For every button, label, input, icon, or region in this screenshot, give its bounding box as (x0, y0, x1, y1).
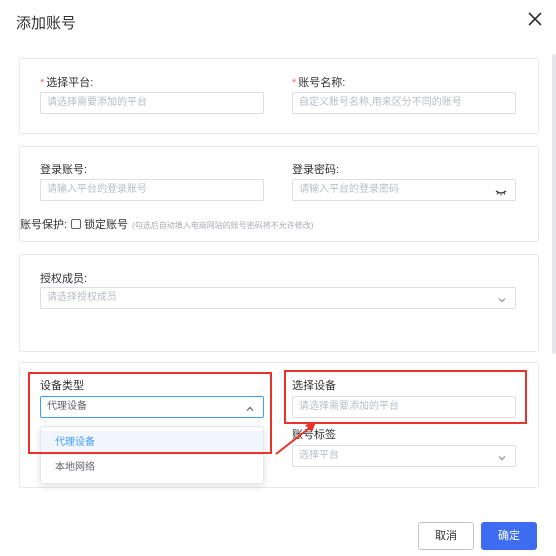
device-type-dropdown: 代理设备 本地网络 (40, 426, 264, 484)
confirm-button[interactable]: 确定 (481, 522, 537, 550)
dropdown-option-proxy[interactable]: 代理设备 (41, 431, 263, 455)
platform-label: * 选择平台: (40, 77, 94, 89)
lock-account-checkbox[interactable] (71, 219, 82, 229)
dropdown-option-local[interactable]: 本地网络 (41, 456, 263, 480)
platform-select[interactable]: 请选择需要添加的平台 (40, 92, 264, 114)
account-name-label: * 账号名称: (292, 77, 346, 89)
login-account-label: 登录账号: (40, 164, 88, 176)
members-select[interactable]: 请选择授权成员 (40, 287, 516, 309)
login-account-input[interactable]: 请输入平台的登录账号 (40, 179, 264, 201)
chevron-down-icon (497, 451, 507, 461)
members-label: 授权成员: (40, 273, 88, 285)
add-account-dialog: 添加账号 * 选择平台: 请选择需要添加的平台 * 账号名称: 自定义账号名称,用来… (0, 0, 556, 556)
cancel-button[interactable]: 取消 (418, 522, 474, 550)
account-protect-label: 账号保护: (20, 219, 68, 231)
scrollbar[interactable] (552, 54, 556, 354)
device-type-label: 设备类型 (40, 380, 84, 392)
login-password-label: 登录密码: (292, 164, 340, 176)
account-tag-label: 账号标签 (292, 429, 336, 441)
chevron-up-icon (245, 402, 255, 412)
account-name-input[interactable]: 自定义账号名称,用来区分不同的账号 (292, 92, 516, 114)
lock-account-label[interactable]: 锁定账号 (84, 219, 128, 231)
lock-account-hint: (勾选后自动填入电商网站的账号密码将不允许修改) (132, 221, 314, 230)
select-device-label: 选择设备 (292, 380, 336, 392)
close-icon[interactable] (526, 10, 544, 28)
chevron-down-icon (497, 293, 507, 303)
login-password-input[interactable]: 请输入平台的登录密码 (292, 179, 516, 201)
eye-closed-icon[interactable] (495, 185, 507, 196)
select-device-input[interactable]: 请选择需要添加的平台 (292, 396, 516, 418)
account-tag-select[interactable]: 选择平台 (292, 445, 516, 467)
account-protect-row: 账号保护: 锁定账号 (勾选后自动填入电商网站的账号密码将不允许修改) (20, 216, 313, 232)
device-type-select[interactable]: 代理设备 (40, 396, 264, 418)
dialog-title: 添加账号 (16, 15, 77, 32)
